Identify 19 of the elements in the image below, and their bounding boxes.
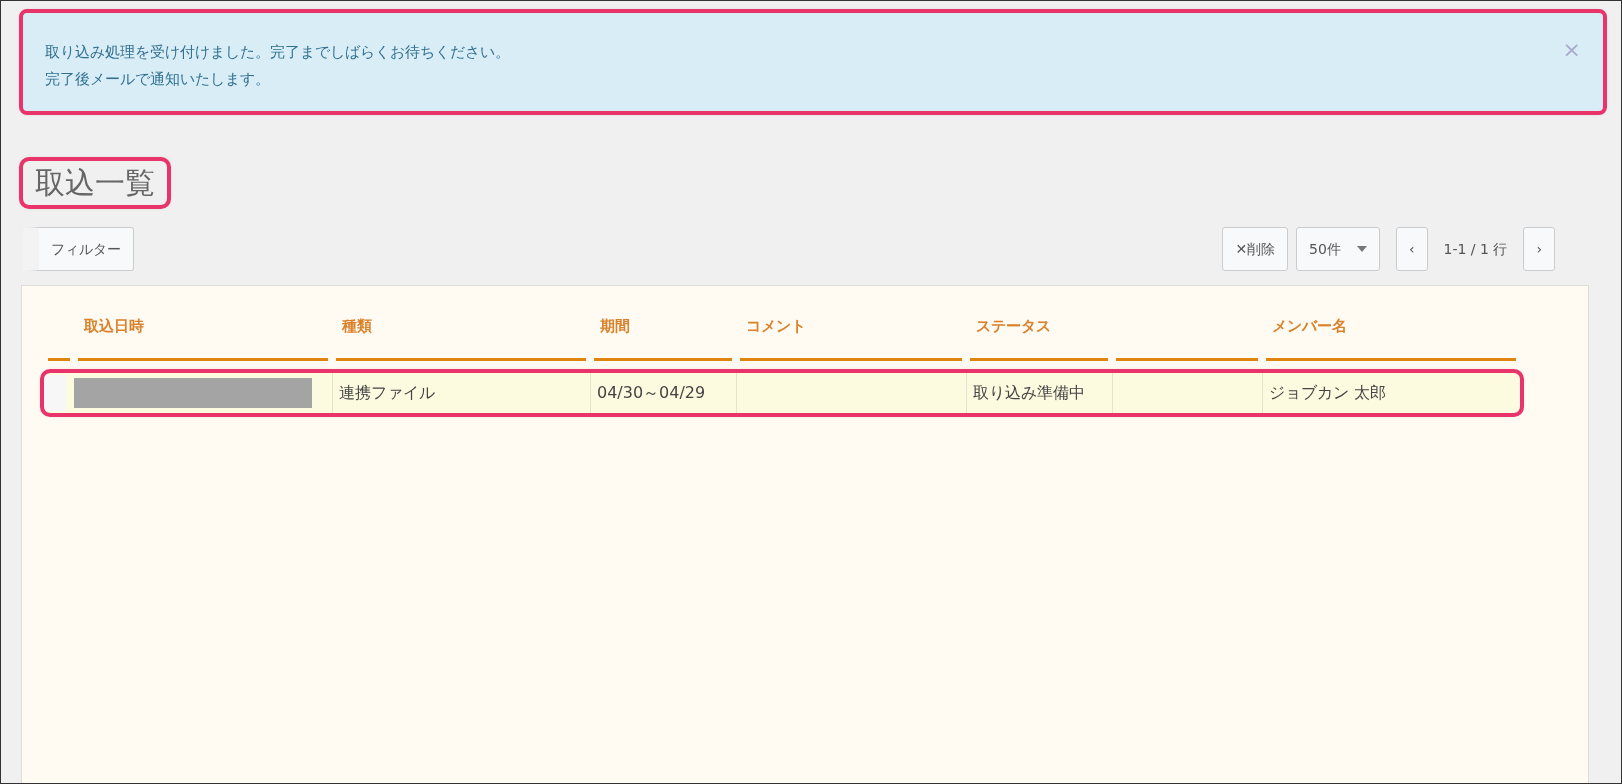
next-page-button[interactable]: › bbox=[1523, 227, 1555, 271]
column-header: ステータス bbox=[970, 308, 1108, 361]
table-cell: 連携ファイル bbox=[332, 373, 582, 413]
table-cell: 取り込み準備中 bbox=[966, 373, 1104, 413]
page-size-dropdown[interactable]: 50件 bbox=[1296, 227, 1380, 271]
alert-message: 取り込み処理を受け付けました。完了までしばらくお待ちください。 bbox=[45, 42, 510, 63]
column-header: 期間 bbox=[594, 308, 732, 361]
column-header: 種類 bbox=[336, 308, 586, 361]
column-header: コメント bbox=[740, 308, 962, 361]
table-cell: 04/30～04/29 bbox=[590, 373, 728, 413]
delete-button[interactable]: ✕削除 bbox=[1222, 227, 1289, 271]
column-header: メンバー名 bbox=[1266, 308, 1516, 361]
alert-message: 完了後メールで通知いたします。 bbox=[45, 69, 271, 90]
caret-icon bbox=[1356, 246, 1367, 252]
page-range: 1-1 / 1 行 bbox=[1442, 239, 1509, 259]
column-header: 取込日時 bbox=[78, 308, 328, 361]
table-cell: ジョブカン 太郎 bbox=[1262, 373, 1512, 413]
prev-page-button[interactable]: ‹ bbox=[1395, 227, 1428, 271]
row-select-cell[interactable] bbox=[44, 375, 66, 411]
